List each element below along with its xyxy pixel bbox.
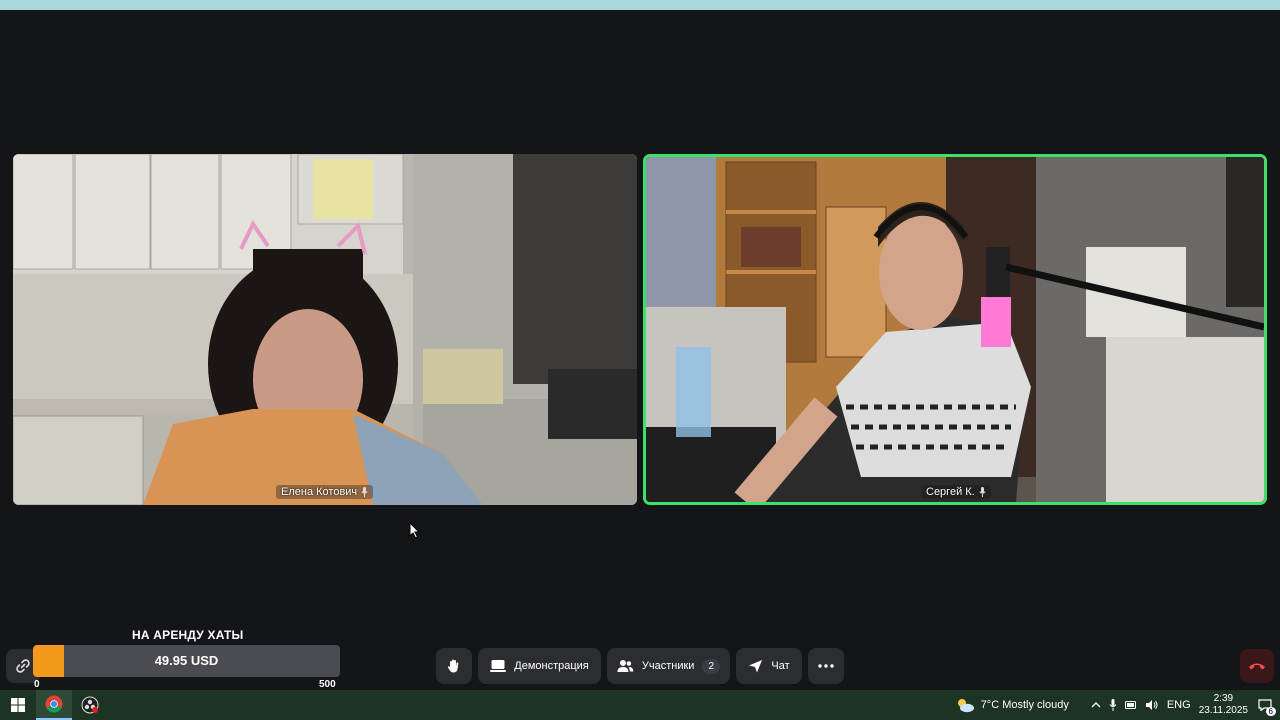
participants-label: Участники [641,660,695,672]
participant-tile-elena[interactable]: Елена Котович [13,154,637,505]
send-icon [749,660,763,673]
hand-icon [447,659,459,673]
weather-text: 7°C Mostly cloudy [980,699,1069,711]
donation-progress-bar: 49.95 USD [33,645,340,677]
microphone-icon[interactable] [1109,699,1117,711]
chrome-icon [45,695,63,713]
taskbar-obs-button[interactable] [72,690,108,720]
weather-widget[interactable]: 7°C Mostly cloudy [955,697,1069,713]
phone-hangup-icon [1249,663,1265,670]
microphone-icon [979,487,986,497]
taskbar: 7°C Mostly cloudy ENG 2:39 23.11.2025 6 [0,690,1280,720]
participants-count-badge: 2 [702,658,720,674]
system-tray: 7°C Mostly cloudy ENG 2:39 23.11.2025 6 [955,690,1280,720]
participant-tile-sergey[interactable]: Сергей К. [643,154,1267,505]
participant-name-tag: Сергей К. [921,485,991,499]
taskbar-chrome-button[interactable] [36,690,72,720]
raise-hand-button[interactable] [436,648,472,684]
mouse-cursor-icon [409,522,421,539]
screen-share-label: Демонстрация [514,660,589,672]
participant-name: Сергей К. [926,486,975,498]
volume-icon[interactable] [1145,699,1159,711]
obs-icon [81,696,99,714]
video-feed [13,154,637,505]
partly-cloudy-icon [957,699,974,713]
participant-name: Елена Котович [281,486,358,498]
chat-label: Чат [771,660,790,672]
windows-logo-icon [11,698,25,712]
screen-share-button[interactable]: Демонстрация [478,648,601,684]
notification-count: 6 [1265,707,1276,716]
screen-share-icon [490,660,507,672]
browser-top-strip [0,0,1280,10]
participant-name-tag: Елена Котович [276,485,374,499]
input-language[interactable]: ENG [1167,699,1191,711]
leave-call-button[interactable] [1240,649,1274,683]
battery-icon[interactable] [1124,700,1137,710]
clock-date: 23.11.2025 [1198,705,1248,716]
donation-min-label: 0 [34,679,40,690]
clock[interactable]: 2:39 23.11.2025 [1199,693,1248,717]
link-icon [16,659,30,673]
clock-time: 2:39 [1213,693,1234,704]
more-icon [818,664,834,668]
start-button[interactable] [0,690,36,720]
more-options-button[interactable] [808,648,844,684]
donation-amount: 49.95 USD [154,653,219,668]
microphone-icon [361,487,368,497]
chevron-up-icon[interactable] [1091,701,1101,709]
participants-button[interactable]: Участники 2 [607,648,730,684]
participants-icon [617,660,634,672]
donation-goal-title: НА АРЕНДУ ХАТЫ [132,628,244,642]
chat-button[interactable]: Чат [736,648,802,684]
notification-center-button[interactable]: 6 [1256,696,1276,716]
donation-max-label: 500 [319,679,336,690]
video-feed [646,157,1264,502]
